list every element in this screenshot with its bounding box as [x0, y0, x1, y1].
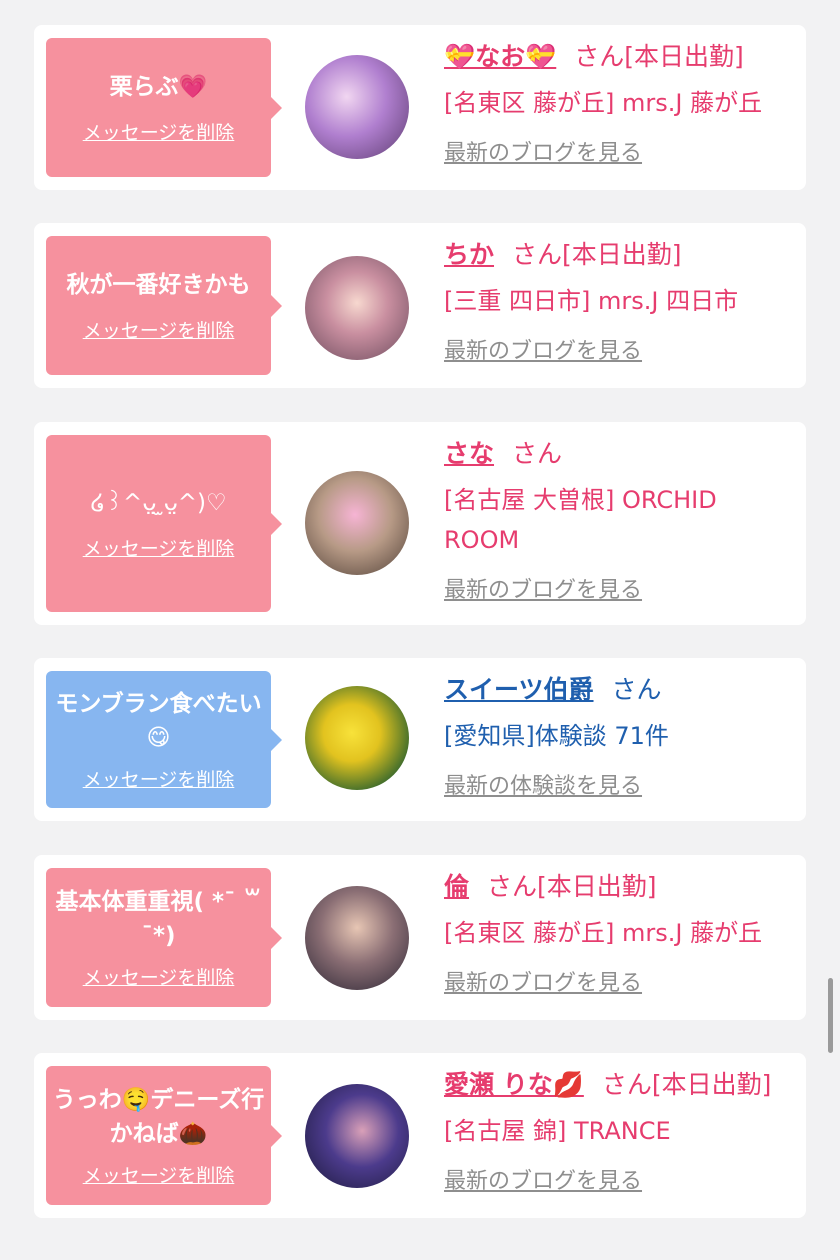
location-text: [名東区 藤が丘] mrs.J 藤が丘	[444, 89, 763, 117]
profile-info: 愛瀬 りな💋 さん[本日出勤] [名古屋 錦] TRANCE 最新のブログを見る	[444, 1067, 796, 1195]
location-text: [名古屋 大曽根] ORCHID ROOM	[444, 486, 717, 554]
profile-info: スイーツ伯爵 さん [愛知県]体験談 71件 最新の体験談を見る	[444, 672, 796, 800]
message-bubble: 基本体重重視( *¯ ꒳¯*) メッセージを削除	[46, 868, 282, 1007]
location-text: [愛知県]体験談 71件	[444, 722, 669, 750]
san-label: さん	[574, 42, 625, 71]
message-card: 栗らぶ💗 メッセージを削除 💝なお💝 さん[本日出勤] [名東区 藤が丘] mrs…	[34, 25, 806, 190]
san-label: さん	[611, 675, 662, 704]
avatar[interactable]	[305, 886, 409, 990]
delete-message-link[interactable]: メッセージを削除	[83, 765, 235, 792]
profile-name-link[interactable]: 💝なお💝	[444, 42, 556, 71]
latest-blog-link[interactable]: 最新のブログを見る	[444, 965, 642, 997]
status-label: [本日出勤]	[537, 872, 657, 901]
message-text: モンブラン食べたい😋	[55, 691, 262, 751]
message-text: うっわ🤤デニーズ行かねば🌰	[52, 1087, 265, 1147]
latest-blog-link[interactable]: 最新のブログを見る	[444, 135, 642, 167]
message-text: 秋が一番好きかも	[66, 272, 251, 298]
location-text: [名古屋 錦] TRANCE	[444, 1117, 671, 1145]
profile-info: さな さん [名古屋 大曽根] ORCHID ROOM 最新のブログを見る	[444, 436, 796, 604]
san-label: さん	[512, 240, 563, 269]
delete-message-link[interactable]: メッセージを削除	[83, 963, 235, 990]
avatar[interactable]	[305, 471, 409, 575]
delete-message-link[interactable]: メッセージを削除	[83, 534, 235, 561]
avatar[interactable]	[305, 256, 409, 360]
san-label: さん	[487, 872, 538, 901]
scrollbar[interactable]	[828, 978, 833, 1053]
profile-name-link[interactable]: さな	[444, 439, 494, 468]
status-label: [本日出勤]	[624, 42, 744, 71]
message-card: 秋が一番好きかも メッセージを削除 ちか さん[本日出勤] [三重 四日市] mr…	[34, 223, 806, 388]
profile-info: 倫さん[本日出勤] [名東区 藤が丘] mrs.J 藤が丘 最新のブログを見る	[444, 869, 796, 997]
san-label: さん	[512, 439, 563, 468]
avatar[interactable]	[305, 686, 409, 790]
profile-name-link[interactable]: スイーツ伯爵	[444, 675, 594, 704]
latest-review-link[interactable]: 最新の体験談を見る	[444, 768, 642, 800]
message-text: 栗らぶ💗	[109, 74, 208, 100]
message-card: うっわ🤤デニーズ行かねば🌰 メッセージを削除 愛瀬 りな💋 さん[本日出勤] [名…	[34, 1053, 806, 1218]
message-text: 基本体重重視( *¯ ꒳¯*)	[55, 889, 262, 949]
location-text: [三重 四日市] mrs.J 四日市	[444, 287, 739, 315]
message-card: モンブラン食べたい😋 メッセージを削除 スイーツ伯爵 さん [愛知県]体験談 71…	[34, 658, 806, 821]
message-bubble: ໒꒱^ᴗ̤ ̫ᴗ̤^)♡ メッセージを削除	[46, 435, 282, 612]
avatar[interactable]	[305, 55, 409, 159]
san-label: さん	[601, 1070, 652, 1099]
message-bubble: うっわ🤤デニーズ行かねば🌰 メッセージを削除	[46, 1066, 282, 1205]
message-text: ໒꒱^ᴗ̤ ̫ᴗ̤^)♡	[90, 490, 227, 516]
message-bubble: 栗らぶ💗 メッセージを削除	[46, 38, 282, 177]
delete-message-link[interactable]: メッセージを削除	[83, 1161, 235, 1188]
latest-blog-link[interactable]: 最新のブログを見る	[444, 572, 642, 604]
profile-name-link[interactable]: 倫	[444, 872, 469, 901]
avatar[interactable]	[305, 1084, 409, 1188]
latest-blog-link[interactable]: 最新のブログを見る	[444, 1163, 642, 1195]
delete-message-link[interactable]: メッセージを削除	[83, 316, 235, 343]
profile-info: 💝なお💝 さん[本日出勤] [名東区 藤が丘] mrs.J 藤が丘 最新のブログを…	[444, 39, 796, 167]
profile-name-link[interactable]: ちか	[444, 240, 494, 269]
latest-blog-link[interactable]: 最新のブログを見る	[444, 333, 642, 365]
message-card: 基本体重重視( *¯ ꒳¯*) メッセージを削除 倫さん[本日出勤] [名東区 …	[34, 855, 806, 1020]
profile-info: ちか さん[本日出勤] [三重 四日市] mrs.J 四日市 最新のブログを見る	[444, 237, 796, 365]
status-label: [本日出勤]	[562, 240, 682, 269]
delete-message-link[interactable]: メッセージを削除	[83, 118, 235, 145]
message-bubble: モンブラン食べたい😋 メッセージを削除	[46, 671, 282, 808]
status-label: [本日出勤]	[651, 1070, 772, 1099]
location-text: [名東区 藤が丘] mrs.J 藤が丘	[444, 919, 763, 947]
profile-name-link[interactable]: 愛瀬 りな💋	[444, 1070, 584, 1099]
message-card: ໒꒱^ᴗ̤ ̫ᴗ̤^)♡ メッセージを削除 さな さん [名古屋 大曽根] ORC…	[34, 422, 806, 625]
message-bubble: 秋が一番好きかも メッセージを削除	[46, 236, 282, 375]
